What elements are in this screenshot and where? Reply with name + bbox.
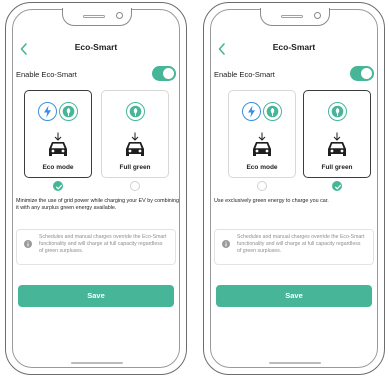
card-icons	[102, 102, 168, 122]
toggle-knob	[361, 68, 372, 79]
full-green-radio[interactable]	[332, 181, 342, 191]
eco-smart-toggle[interactable]	[350, 66, 374, 81]
card-label: Full green	[119, 164, 151, 171]
mode-description: Use exclusively green energy to charge y…	[214, 198, 329, 204]
eco-smart-toggle[interactable]	[152, 66, 176, 81]
home-indicator	[71, 362, 123, 364]
info-text: Schedules and manual charges override th…	[237, 234, 365, 254]
leaf-icon	[263, 102, 282, 121]
arrow-down-icon	[304, 128, 370, 141]
enable-eco-smart-label: Enable Eco-Smart	[16, 70, 77, 79]
mode-description: Minimize the use of grid power while cha…	[16, 198, 179, 212]
leaf-icon	[327, 102, 347, 121]
home-indicator	[269, 362, 321, 364]
bolt-icon	[38, 102, 57, 121]
info-box: Schedules and manual charges override th…	[16, 229, 176, 265]
arrow-down-icon	[229, 128, 295, 141]
eco-mode-radio[interactable]	[257, 181, 267, 191]
leaf-icon	[59, 102, 78, 121]
header: Eco-Smart	[204, 41, 384, 57]
enable-eco-smart-label: Enable Eco-Smart	[214, 70, 275, 79]
card-label: Eco mode	[42, 164, 74, 171]
full-green-card[interactable]: Full green	[303, 90, 371, 178]
full-green-radio[interactable]	[130, 181, 140, 191]
eco-mode-card[interactable]: Eco mode	[24, 90, 92, 178]
arrow-down-icon	[25, 128, 91, 141]
header: Eco-Smart	[6, 41, 186, 57]
page-title: Eco-Smart	[272, 42, 316, 52]
full-green-card[interactable]: Full green	[101, 90, 169, 178]
save-button[interactable]: Save	[216, 285, 372, 307]
bolt-icon	[242, 102, 261, 121]
eco-mode-radio[interactable]	[53, 181, 63, 191]
info-icon	[222, 235, 230, 248]
car-icon	[25, 140, 91, 163]
enable-eco-smart-row: Enable Eco-Smart	[16, 66, 176, 84]
page-title: Eco-Smart	[74, 42, 118, 52]
toggle-knob	[163, 68, 174, 79]
phone-frame-right: Eco-Smart Enable Eco-Smart Eco mode Full…	[203, 2, 385, 375]
card-label: Full green	[321, 164, 353, 171]
eco-mode-card[interactable]: Eco mode	[228, 90, 296, 178]
card-icons	[304, 102, 370, 122]
info-text: Schedules and manual charges override th…	[39, 234, 167, 254]
card-label: Eco mode	[246, 164, 278, 171]
car-icon	[304, 140, 370, 163]
phone-frame-left: Eco-Smart Enable Eco-Smart Eco mode Full…	[5, 2, 187, 375]
eco-smart-screen-full-green: Eco-Smart Enable Eco-Smart Eco mode Full…	[204, 3, 384, 374]
car-icon	[229, 140, 295, 163]
enable-eco-smart-row: Enable Eco-Smart	[214, 66, 374, 84]
info-box: Schedules and manual charges override th…	[214, 229, 374, 265]
card-icons	[229, 102, 295, 122]
car-icon	[102, 140, 168, 163]
card-icons	[25, 102, 91, 122]
info-icon	[24, 235, 32, 248]
arrow-down-icon	[102, 128, 168, 141]
eco-smart-screen-eco-mode: Eco-Smart Enable Eco-Smart Eco mode Full…	[6, 3, 186, 374]
save-button[interactable]: Save	[18, 285, 174, 307]
leaf-icon	[125, 102, 145, 121]
